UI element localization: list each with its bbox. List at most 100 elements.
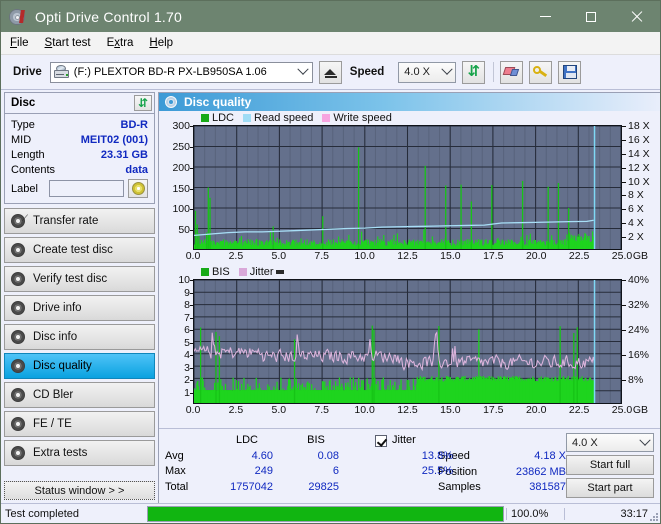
menu-file[interactable]: File [10,37,29,49]
disc-row-type: Type BD-R [11,117,148,132]
x-axis-unit: GB [632,250,648,262]
x-tick-label: 17.5 [483,404,504,416]
window-title: Opti Drive Control 1.70 [35,8,182,25]
status-window-button[interactable]: Status window > > [4,481,155,500]
x-tick-label: 25.0 [611,250,633,262]
minimize-button[interactable] [522,1,568,32]
stats-row-max-ldc: 249 [254,465,273,477]
sidebar-item-disc-info[interactable]: Disc info [4,324,155,350]
disc-row-mid: MID MEIT02 (001) [11,132,148,147]
ldc-x-axis: 0.0 2.5 5.0 7.5 10.0 12.5 15.0 17.5 20.0 22.5 25.0… [163,250,656,265]
jitter-label: Jitter [392,434,416,446]
x-tick-label: 7.5 [314,250,329,262]
refresh-icon [467,65,481,79]
y2-tick-label: 40% [628,274,650,286]
y2-tick [622,305,626,306]
bis-jitter-axis: 8% 16% 24% 32% 40% [622,274,656,404]
erase-button[interactable] [500,60,524,84]
sidebar-item-fe-te[interactable]: FE / TE [4,411,155,437]
stats-actions: 4.0 X Start full Start part [566,433,654,498]
y2-tick-label: 12 X [628,161,650,174]
y-tick-label: 300 [172,120,190,132]
y2-tick-label: 24% [628,324,650,336]
bis-y-axis: 1 2 3 4 5 6 7 8 9 10 [163,274,193,404]
disc-row-length: Length 23.31 GB [11,147,148,162]
info-position-value: 23862 MB [515,465,566,478]
x-tick-label: 22.5 [568,250,590,262]
info-speed-value: 4.18 X [534,450,566,463]
disc-icon [11,445,26,461]
start-part-button[interactable]: Start part [566,478,654,498]
keys-button[interactable] [529,60,553,84]
stats-row-total: Total 1757042 29825 [165,480,438,496]
main-header: Disc quality [159,93,660,111]
body: Disc ⇵ Type BD-R MID MEIT02 (001) Length… [1,90,660,503]
legend-swatch-write-speed [322,114,331,122]
disc-panel: Disc ⇵ Type BD-R MID MEIT02 (001) Length… [4,92,155,204]
refresh-button[interactable] [462,60,486,84]
disc-icon [11,387,26,403]
save-button[interactable] [558,60,582,84]
main-panel: Disc quality LDC Read speed Write speed … [158,92,660,503]
x-tick-label: 12.5 [397,250,418,262]
menu-help[interactable]: Help [149,37,173,49]
stats-col-ldc: LDC [235,434,258,446]
disc-panel-title: Disc [11,97,36,109]
disc-row-contents-key: Contents [11,163,56,176]
disc-quality-icon [165,95,178,109]
sidebar-item-extra-tests[interactable]: Extra tests [4,440,155,466]
sidebar-item-verify-test-disc[interactable]: Verify test disc [4,266,155,292]
disc-icon [11,329,26,345]
y-tick-label: 100 [172,203,190,216]
stats-row-total-ldc: 1757042 [230,480,273,493]
sidebar-item-label: Transfer rate [33,215,99,227]
chevron-down-icon [636,434,653,447]
close-button[interactable] [614,1,660,32]
menu-bar: File Start test Extra Help [1,32,660,55]
y2-tick [622,167,626,169]
disc-row-mid-key: MID [11,133,32,146]
test-speed-select[interactable]: 4.0 X [566,433,654,452]
stats-row-avg: Avg 4.60 0.08 13.8% [165,449,453,465]
resize-grip[interactable] [648,511,658,521]
y2-tick-label: 8% [628,374,644,386]
disc-label-input[interactable] [49,180,124,197]
disc-refresh-button[interactable]: ⇵ [134,95,152,111]
ldc-plot-row: 50 100 150 200 250 300 2 X4 X6 X8 X 10 X 12 X 14… [163,120,656,250]
disc-label-apply-button[interactable] [128,179,148,198]
bis-plot-row: 1 2 3 4 5 6 7 8 9 10 8% 16% 24% 32% 40% [163,274,656,404]
start-full-button[interactable]: Start full [566,455,654,475]
sidebar-item-disc-quality[interactable]: Disc quality [4,353,155,379]
charts-area: LDC Read speed Write speed 50 100 150 200 25… [159,111,660,428]
progress-percent: 100.0% [506,507,564,520]
jitter-checkbox[interactable] [375,434,387,447]
sidebar-item-create-test-disc[interactable]: Create test disc [4,237,155,263]
ldc-speed-axis: 2 X4 X6 X8 X 10 X 12 X 14 X 16 X 18 X [622,120,656,250]
menu-start-test[interactable]: Start test [45,37,91,49]
maximize-button[interactable] [568,1,614,32]
drive-select[interactable]: (F:) PLEXTOR BD-R PX-LB950SA 1.06 [49,61,313,83]
stats-header-row: LDC BIS Jitter [165,433,438,449]
ldc-chart: LDC Read speed Write speed 50 100 150 200 25… [163,111,656,265]
chevron-down-icon [295,63,312,76]
disc-info-rows: Type BD-R MID MEIT02 (001) Length 23.31 … [5,114,154,203]
x-tick-label: 0.0 [185,250,201,262]
stats-panel: LDC BIS Jitter Avg 4.60 0.08 13.8% Max 2… [159,428,660,503]
sidebar-item-drive-info[interactable]: Drive info [4,295,155,321]
sidebar-item-cd-bler[interactable]: CD Bler [4,382,155,408]
eject-button[interactable] [318,60,342,84]
bis-chart-legend: BIS Jitter [163,265,656,279]
stats-row-total-key: Total [165,480,189,493]
disc-label-key: Label [11,182,38,195]
sidebar-item-transfer-rate[interactable]: ⟋ Transfer rate [4,208,155,234]
speed-select[interactable]: 4.0 X [398,61,457,83]
sidebar-item-label: FE / TE [33,418,72,430]
stats-row-avg-bis: 0.08 [317,449,339,462]
y2-tick [622,237,626,239]
x-tick-label: 15.0 [440,404,461,416]
info-samples-value: 381587 [529,481,566,494]
x-tick-label: 10.0 [354,404,375,416]
menu-extra[interactable]: Extra [107,37,134,49]
stats-row-max-key: Max [165,465,186,477]
